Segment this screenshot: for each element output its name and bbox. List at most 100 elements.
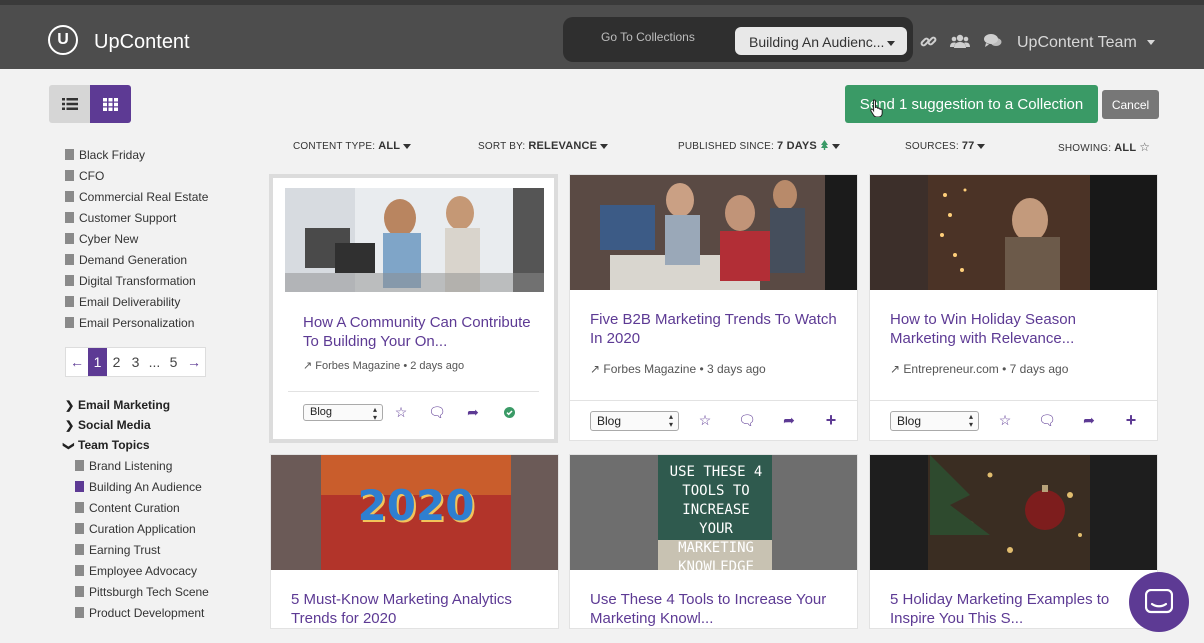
showing-filter[interactable]: SHOWING: ALL ☆ xyxy=(1058,140,1150,154)
subtopic-item[interactable]: Pittsburgh Tech Scene xyxy=(65,581,255,602)
group-email-marketing[interactable]: ❯ Email Marketing xyxy=(65,395,255,415)
document-icon xyxy=(75,481,84,492)
page-2[interactable]: 2 xyxy=(107,348,126,376)
comment-icon[interactable]: 🗨 xyxy=(1029,412,1065,429)
grid-view-button[interactable] xyxy=(90,85,131,123)
card-divider xyxy=(288,391,539,392)
add-icon[interactable]: + xyxy=(813,410,849,431)
group-label: Social Media xyxy=(78,418,151,432)
page-1[interactable]: 1 xyxy=(88,348,107,376)
brand-name[interactable]: UpContent xyxy=(94,31,190,54)
share-icon[interactable]: ➦ xyxy=(455,404,491,421)
article-card[interactable]: Five B2B Marketing Trends To Watch In 20… xyxy=(569,174,858,441)
article-title[interactable]: How to Win Holiday Season Marketing with… xyxy=(890,310,1140,348)
thumbnail-text: 2020 xyxy=(357,481,475,530)
article-card[interactable]: USE THESE 4 TOOLS TO INCREASE YOUR MARKE… xyxy=(569,454,858,629)
check-circle-icon[interactable] xyxy=(491,405,527,421)
team-menu[interactable]: UpContent Team xyxy=(1017,34,1156,52)
topic-item[interactable]: Customer Support xyxy=(65,207,255,228)
group-social-media[interactable]: ❯ Social Media xyxy=(65,415,255,435)
article-age: 2 days ago xyxy=(410,360,465,372)
content-type-select[interactable]: Blog xyxy=(590,410,679,431)
article-title[interactable]: 5 Must-Know Marketing Analytics Trends f… xyxy=(291,590,541,628)
page-ellipsis: ... xyxy=(148,354,161,370)
document-icon xyxy=(65,296,74,307)
star-icon[interactable]: ☆ xyxy=(687,412,723,429)
document-icon xyxy=(75,565,84,576)
article-source[interactable]: Forbes Magazine xyxy=(603,362,696,376)
chat-launcher-button[interactable] xyxy=(1129,572,1189,632)
document-icon xyxy=(75,460,84,471)
content-type-filter[interactable]: CONTENT TYPE: ALL xyxy=(293,140,412,152)
current-collection-dropdown[interactable]: Building An Audienc... xyxy=(735,27,907,55)
topic-item[interactable]: Commercial Real Estate xyxy=(65,186,255,207)
sources-filter[interactable]: SOURCES: 77 xyxy=(905,140,986,152)
share-icon[interactable]: ➦ xyxy=(1071,412,1107,429)
topic-label: CFO xyxy=(79,168,105,183)
prev-page-arrow-icon[interactable]: ← xyxy=(66,348,88,376)
subtopic-label: Employee Advocacy xyxy=(89,563,198,578)
article-title[interactable]: How A Community Can Contribute To Buildi… xyxy=(303,313,538,351)
article-card-selected[interactable]: How A Community Can Contribute To Buildi… xyxy=(269,174,558,443)
topic-item[interactable]: Demand Generation xyxy=(65,249,255,270)
add-icon[interactable]: + xyxy=(1113,410,1149,431)
topic-item[interactable]: CFO xyxy=(65,165,255,186)
link-icon[interactable] xyxy=(920,33,937,55)
filter-value: 77 xyxy=(961,140,975,152)
subtopic-item[interactable]: Earning Trust xyxy=(65,539,255,560)
star-icon[interactable]: ☆ xyxy=(383,404,419,421)
collection-switcher: Go To Collections Building An Audienc... xyxy=(563,17,913,62)
topic-item[interactable]: Email Deliverability xyxy=(65,291,255,312)
topic-label: Black Friday xyxy=(79,147,146,162)
tree-icon xyxy=(820,140,828,150)
card-divider xyxy=(570,400,857,401)
article-card[interactable]: 2020 5 Must-Know Marketing Analytics Tre… xyxy=(270,454,559,629)
subtopic-item[interactable]: Product Development xyxy=(65,602,255,623)
content-type-select[interactable]: Blog xyxy=(890,410,979,431)
content-type-select[interactable]: Blog xyxy=(303,404,383,422)
chevron-right-icon: ❯ xyxy=(65,399,75,412)
article-title[interactable]: Use These 4 Tools to Increase Your Marke… xyxy=(590,590,850,628)
topic-item[interactable]: Digital Transformation xyxy=(65,270,255,291)
list-view-button[interactable] xyxy=(49,85,90,123)
article-source[interactable]: Forbes Magazine xyxy=(315,360,400,372)
document-icon xyxy=(65,317,74,328)
document-icon xyxy=(75,523,84,534)
subtopic-item[interactable]: Brand Listening xyxy=(65,455,255,476)
subtopic-label: Curation Application xyxy=(89,521,196,536)
share-icon[interactable]: ➦ xyxy=(771,412,807,429)
article-thumbnail xyxy=(870,455,1157,570)
go-to-collections-button[interactable]: Go To Collections xyxy=(601,30,695,44)
article-source-meta: ↗ Forbes Magazine • 3 days ago xyxy=(590,362,766,376)
subtopic-item-active[interactable]: Building An Audience xyxy=(65,476,255,497)
topic-label: Cyber New xyxy=(79,231,139,246)
article-card[interactable]: How to Win Holiday Season Marketing with… xyxy=(869,174,1158,441)
page-5[interactable]: 5 xyxy=(164,348,183,376)
team-users-icon[interactable] xyxy=(950,33,970,54)
published-since-filter[interactable]: PUBLISHED SINCE: 7 DAYS xyxy=(678,140,840,152)
star-icon[interactable]: ☆ xyxy=(987,412,1023,429)
article-title[interactable]: Five B2B Marketing Trends To Watch In 20… xyxy=(590,310,840,348)
comment-icon[interactable]: 🗨 xyxy=(419,404,455,421)
topic-item[interactable]: Email Personalization xyxy=(65,312,255,333)
logo-icon[interactable]: U xyxy=(48,25,78,55)
comment-icon[interactable]: 🗨 xyxy=(729,412,765,429)
article-title[interactable]: 5 Holiday Marketing Examples to Inspire … xyxy=(890,590,1140,628)
article-source-meta: ↗ Entrepreneur.com • 7 days ago xyxy=(890,362,1069,376)
article-source[interactable]: Entrepreneur.com xyxy=(903,362,998,376)
chevron-right-icon: ❯ xyxy=(65,419,75,432)
comments-icon[interactable] xyxy=(984,33,1002,53)
sort-by-filter[interactable]: SORT BY: RELEVANCE xyxy=(478,140,609,152)
page-3[interactable]: 3 xyxy=(126,348,145,376)
subtopic-item[interactable]: Employee Advocacy xyxy=(65,560,255,581)
cancel-button[interactable]: Cancel xyxy=(1102,90,1159,119)
document-icon xyxy=(65,275,74,286)
topic-item[interactable]: Black Friday xyxy=(65,144,255,165)
article-age: 7 days ago xyxy=(1009,362,1069,376)
group-team-topics[interactable]: ❯ Team Topics xyxy=(63,435,255,455)
topic-item[interactable]: Cyber New xyxy=(65,228,255,249)
subtopic-item[interactable]: Curation Application xyxy=(65,518,255,539)
subtopic-item[interactable]: Content Curation xyxy=(65,497,255,518)
next-page-arrow-icon[interactable]: → xyxy=(183,348,205,376)
article-card[interactable]: 5 Holiday Marketing Examples to Inspire … xyxy=(869,454,1158,629)
